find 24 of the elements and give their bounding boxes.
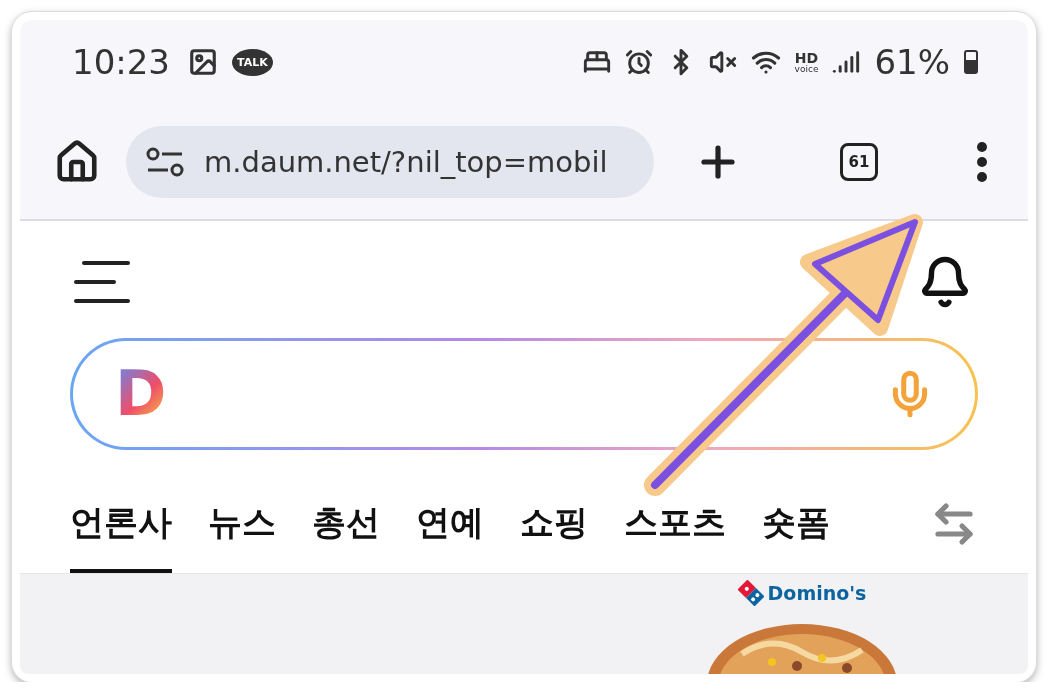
menu-icon[interactable] [74,259,130,304]
category-tab[interactable]: 숏폼 [762,502,830,573]
hd-text: HD [794,50,819,65]
domino-icon [737,580,764,606]
talk-badge: TALK [232,48,273,76]
site-settings-icon[interactable] [146,146,184,177]
url-text: m.daum.net/?nil_top=mobil [204,144,608,179]
ad-banner[interactable]: Domino's [20,574,1028,674]
battery-percent: 61% [874,42,950,83]
category-tab[interactable]: 뉴스 [208,502,276,573]
category-tab[interactable]: 쇼핑 [520,502,588,573]
category-tab[interactable]: 연예 [416,502,484,573]
battery-icon [964,50,978,75]
category-tab[interactable]: 총선 [312,502,380,573]
category-tab[interactable]: 스포츠 [624,502,726,573]
address-bar[interactable]: m.daum.net/?nil_top=mobil [126,125,654,198]
status-time: 10:23 [72,42,170,83]
more-menu-icon[interactable] [976,141,988,182]
voice-text: voice [794,64,819,74]
alarm-icon [624,48,653,77]
brand-logo-text: Domino's [767,582,867,604]
tab-count-button[interactable]: 61 [840,142,878,181]
home-button[interactable] [54,138,100,185]
image-icon [188,47,218,78]
